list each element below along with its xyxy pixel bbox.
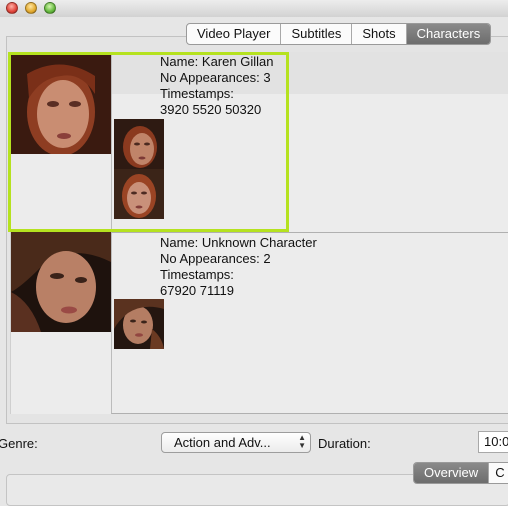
- details-tab-bar: Overview C: [413, 462, 508, 484]
- character-row[interactable]: Name: Karen Gillan No Appearances: 3 Tim…: [8, 52, 508, 232]
- genre-select-value: Action and Adv...: [174, 435, 271, 450]
- main-tab-bar: Video Player Subtitles Shots Characters: [186, 23, 492, 45]
- appearance-thumbnail[interactable]: [114, 169, 164, 219]
- duration-field[interactable]: 10:0: [478, 431, 508, 453]
- minimize-window-button[interactable]: [25, 2, 37, 14]
- character-appearances: No Appearances: 2: [160, 251, 271, 266]
- character-timestamps: 3920 5520 50320: [160, 102, 262, 117]
- appearance-thumbnail[interactable]: [114, 299, 164, 349]
- tab-subtitles[interactable]: Subtitles: [281, 24, 353, 44]
- timestamps-label: Timestamps:: [160, 86, 234, 101]
- timestamps-label: Timestamps:: [160, 267, 234, 282]
- tab-video-player[interactable]: Video Player: [187, 24, 282, 44]
- tab-overview[interactable]: Overview: [414, 463, 490, 483]
- duration-value: 10:0: [484, 434, 508, 449]
- character-name: Name: Unknown Character: [160, 235, 317, 250]
- tab-shots[interactable]: Shots: [352, 24, 407, 44]
- character-name: Name: Karen Gillan: [160, 54, 274, 69]
- genre-label: Genre:: [0, 436, 38, 451]
- tab-partial[interactable]: C: [489, 463, 508, 483]
- character-face-image: [11, 54, 111, 154]
- character-face-image: [11, 232, 111, 332]
- appearance-thumbnail[interactable]: [114, 119, 164, 169]
- character-appearances: No Appearances: 3: [160, 70, 271, 85]
- character-timestamps: 67920 71119: [160, 283, 234, 298]
- genre-select[interactable]: Action and Adv... ▲ ▼: [161, 432, 311, 453]
- duration-label: Duration:: [318, 436, 371, 451]
- tab-characters[interactable]: Characters: [406, 24, 491, 44]
- zoom-window-button[interactable]: [44, 2, 56, 14]
- window-titlebar: [0, 0, 508, 17]
- character-list[interactable]: Name: Karen Gillan No Appearances: 3 Tim…: [8, 52, 508, 414]
- select-arrows-icon: ▲ ▼: [298, 433, 306, 450]
- close-window-button[interactable]: [6, 2, 18, 14]
- character-details: Name: Unknown Character No Appearances: …: [111, 232, 508, 414]
- character-row[interactable]: Name: Unknown Character No Appearances: …: [11, 232, 508, 414]
- character-details: Name: Karen Gillan No Appearances: 3 Tim…: [111, 52, 508, 232]
